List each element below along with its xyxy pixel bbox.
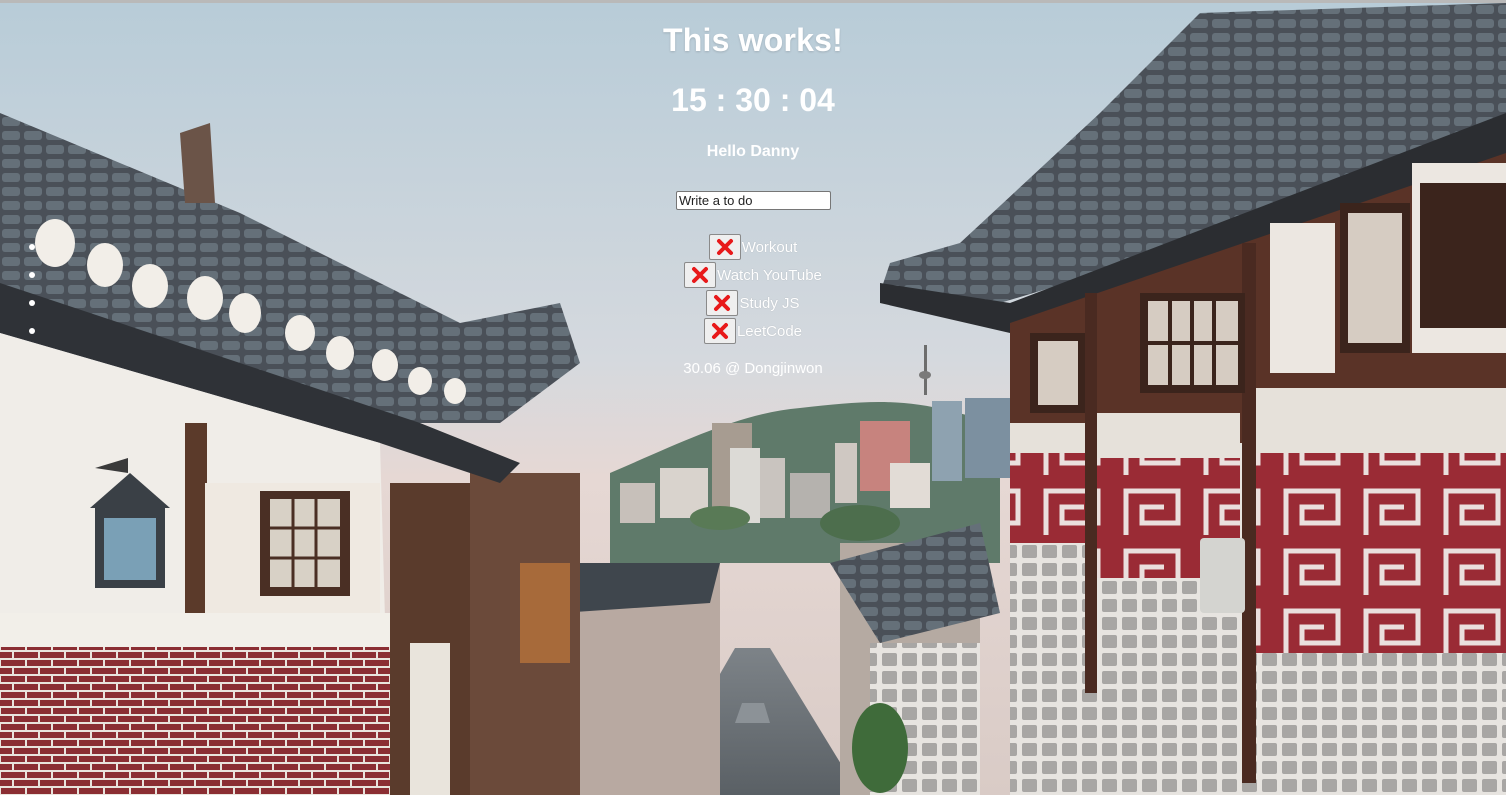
todo-item: LeetCode <box>0 317 1506 345</box>
list-bullet-icon <box>29 328 35 334</box>
red-x-icon <box>692 267 709 283</box>
delete-todo-button[interactable] <box>706 290 739 316</box>
red-x-icon <box>716 239 733 255</box>
page-title: This works! <box>662 22 843 58</box>
red-x-icon <box>714 295 731 311</box>
momentum-app: This works! 15 : 30 : 04 Hello Danny Wor… <box>0 0 1506 795</box>
delete-todo-button[interactable] <box>703 318 736 344</box>
footer-credit: 30.06 @ Dongjinwon <box>683 360 823 377</box>
todo-input[interactable] <box>676 191 831 210</box>
list-bullet-icon <box>29 300 35 306</box>
list-bullet-icon <box>29 272 35 278</box>
red-x-icon <box>711 323 728 339</box>
todo-item: Study JS <box>0 289 1506 317</box>
todo-text: Study JS <box>739 294 800 312</box>
todo-item: Watch YouTube <box>0 261 1506 289</box>
todo-item: Workout <box>0 233 1506 261</box>
todo-text: Workout <box>741 238 798 256</box>
todo-list: Workout Watch YouTube Study JS LeetCode <box>0 233 1506 345</box>
delete-todo-button[interactable] <box>708 234 741 260</box>
delete-todo-button[interactable] <box>684 262 717 288</box>
greeting: Hello Danny <box>706 143 800 160</box>
todo-text: Watch YouTube <box>717 266 822 284</box>
todo-text: LeetCode <box>736 322 803 340</box>
clock: 15 : 30 : 04 <box>671 82 835 118</box>
list-bullet-icon <box>29 244 35 250</box>
